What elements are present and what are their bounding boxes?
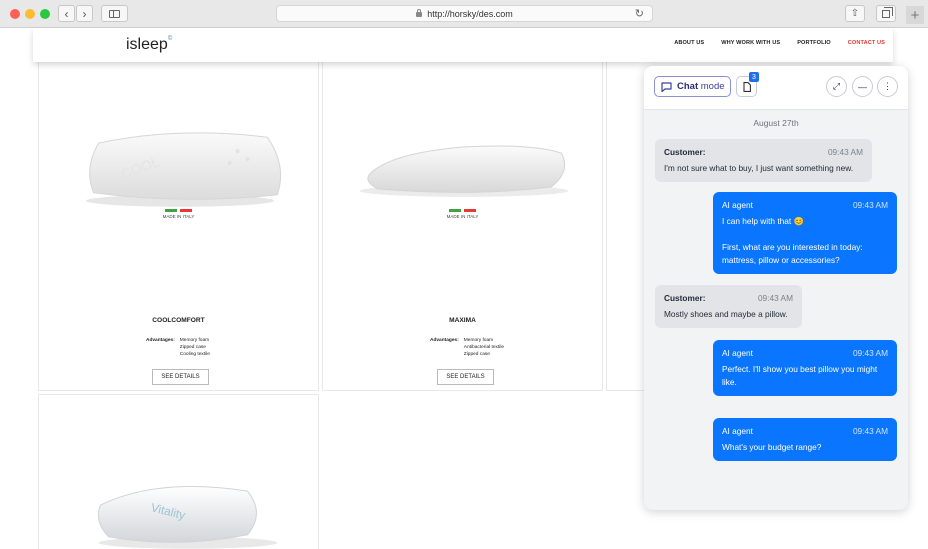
agent-message: AI agent 09:43 AM I can help with that 😊 …: [713, 192, 897, 274]
sidebar-toggle-button[interactable]: [101, 5, 128, 22]
nav-about-us[interactable]: ABOUT US: [674, 40, 704, 46]
chevron-left-icon: ‹: [64, 6, 69, 21]
back-button[interactable]: ‹: [58, 5, 75, 22]
chat-widget: Chat mode 3 ⤢ — ⋮ August 27th Customer: 0…: [644, 66, 908, 510]
product-card-coolcomfort: COOL MADE IN ITALY COOLCOMFORT Advantage…: [38, 60, 319, 391]
agent-message: AI agent 09:43 AM What's your budget rang…: [713, 418, 897, 461]
advantage-item: Memory foam: [463, 338, 494, 343]
advantage-item: Antibacterial textile: [463, 345, 505, 350]
product-card-vitality: Vitality: [38, 394, 319, 549]
nav-portfolio[interactable]: PORTFOLIO: [797, 40, 831, 46]
site-nav: ABOUT US WHY WORK WITH US PORTFOLIO CONT…: [674, 40, 885, 46]
zoom-window-button[interactable]: [40, 9, 50, 19]
chat-bubble-icon: [661, 81, 672, 92]
product-advantages: Advantages: Memory foam Antibacterial te…: [430, 338, 505, 357]
advantage-item: Memory foam: [179, 338, 210, 343]
lock-icon: [416, 9, 423, 17]
product-advantages: Advantages: Memory foam Zipped case Cool…: [146, 338, 210, 357]
made-in-italy-label: MADE IN ITALY: [323, 209, 602, 219]
sidebar-icon: [109, 9, 120, 18]
chevron-right-icon: ›: [82, 6, 87, 21]
close-window-button[interactable]: [10, 9, 20, 19]
agent-message: AI agent 09:43 AM Perfect. I'll show you …: [713, 340, 897, 396]
share-icon: ⇧: [850, 8, 860, 19]
advantage-item: Cooling textile: [179, 352, 210, 357]
share-button[interactable]: ⇧: [845, 5, 865, 22]
customer-message: Customer: 09:43 AM I'm not sure what to b…: [655, 139, 872, 182]
advantage-item: Zipped case: [463, 352, 490, 357]
address-bar[interactable]: http://horsky/des.com ↻: [276, 5, 653, 22]
coolcomfort-pillow-image: COOL: [85, 132, 282, 207]
minimize-icon: —: [858, 81, 867, 92]
logo-mark: ©: [167, 35, 173, 42]
minimize-window-button[interactable]: [25, 9, 35, 19]
see-details-button[interactable]: SEE DETAILS: [152, 369, 209, 385]
document-icon: [742, 81, 751, 92]
chat-mode-button[interactable]: Chat mode: [654, 76, 731, 97]
advantage-item: Zipped case: [179, 345, 206, 350]
conversation-date: August 27th: [753, 118, 799, 128]
show-tabs-button[interactable]: [876, 5, 896, 22]
maxima-pillow-image: [359, 145, 569, 197]
site-logo[interactable]: isleep©: [126, 36, 172, 54]
more-options-button[interactable]: ⋮: [877, 76, 898, 97]
product-name: COOLCOMFORT: [152, 317, 205, 324]
site-header: isleep© ABOUT US WHY WORK WITH US PORTFO…: [33, 28, 893, 62]
nav-contact-us[interactable]: CONTACT US: [848, 40, 885, 46]
new-tab-button[interactable]: +: [906, 6, 924, 24]
customer-message: Customer: 09:43 AM Mostly shoes and maybe…: [655, 285, 802, 328]
product-name: MAXIMA: [449, 317, 476, 324]
product-card-maxima: MADE IN ITALY MAXIMA Advantages: Memory …: [322, 60, 603, 391]
nav-why-work-with-us[interactable]: WHY WORK WITH US: [721, 40, 780, 46]
minimize-button[interactable]: —: [852, 76, 873, 97]
expand-icon: ⤢: [832, 81, 841, 91]
vitality-pillow-image: Vitality: [97, 486, 278, 549]
browser-toolbar: ‹ › http://horsky/des.com ↻ ⇧ +: [0, 0, 928, 28]
see-details-button[interactable]: SEE DETAILS: [437, 369, 494, 385]
forward-button[interactable]: ›: [76, 5, 93, 22]
more-vertical-icon: ⋮: [883, 81, 892, 91]
documents-count-badge: 3: [749, 72, 759, 82]
reload-icon[interactable]: ↻: [635, 7, 644, 20]
made-in-italy-label: MADE IN ITALY: [39, 209, 318, 219]
expand-button[interactable]: ⤢: [826, 76, 847, 97]
tabs-icon: [882, 6, 893, 18]
url-text: http://horsky/des.com: [427, 8, 513, 19]
chat-header: Chat mode 3 ⤢ — ⋮: [644, 66, 908, 110]
